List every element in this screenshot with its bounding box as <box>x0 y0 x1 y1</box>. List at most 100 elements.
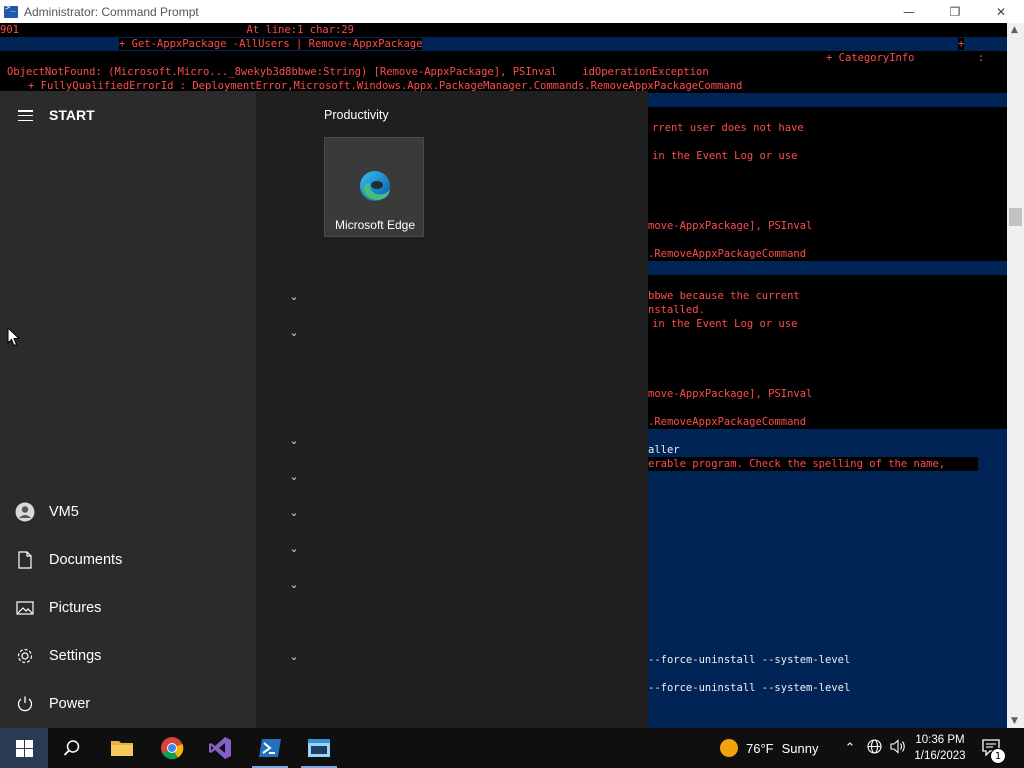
power-icon <box>15 694 35 714</box>
sidebar-item-power[interactable]: Power <box>0 680 256 728</box>
console-line: + CategoryInfo : <box>826 51 985 65</box>
search-icon <box>63 740 80 756</box>
taskbar-clock[interactable]: 10:36 PM 1/16/2023 <box>908 732 972 764</box>
sidebar-item-pictures[interactable]: Pictures <box>0 584 256 632</box>
document-icon <box>15 550 35 570</box>
console-line-text: rrent user does not have <box>652 122 804 134</box>
taskbar-chrome[interactable] <box>148 728 196 768</box>
console-line-text: --force-uninstall --system-level <box>648 682 851 694</box>
console-line-text: .RemoveAppxPackageCommand <box>648 416 807 428</box>
console-line: move-AppxPackage], PSInval <box>648 387 813 401</box>
gear-icon <box>15 646 35 666</box>
window-title: Administrator: Command Prompt <box>24 4 199 19</box>
chrome-icon <box>161 737 184 760</box>
console-line: --force-uninstall --system-level <box>648 681 850 695</box>
weather-condition: Sunny <box>781 740 819 756</box>
console-line: aller <box>648 443 680 457</box>
console-line: erable program. Check the spelling of th… <box>648 457 946 471</box>
console-line-text: + Get-AppxPackage -AllUsers | Remove-App… <box>119 38 423 50</box>
taskbar-visual-studio[interactable] <box>196 728 244 768</box>
start-menu-tiles: Productivity Microsoft Edge ⌄ ⌄ ⌄ ⌄ ⌄ ⌄ … <box>256 91 648 728</box>
console-line: + <box>958 37 965 51</box>
console-line: in the Event Log or use <box>652 149 798 163</box>
close-button[interactable]: ✕ <box>978 0 1024 23</box>
console-scrollbar[interactable]: ▲ ▼ <box>1007 23 1024 728</box>
console-line-text: ObjectNotFound: (Microsoft.Micro..._8wek… <box>7 66 709 78</box>
console-line-text: + <box>958 38 965 50</box>
console-line: + Get-AppxPackage -AllUsers | Remove-App… <box>119 37 423 51</box>
hamburger-menu-icon[interactable] <box>18 110 33 122</box>
console-line-text: in the Event Log or use <box>652 150 798 162</box>
chevron-down-icon[interactable]: ⌄ <box>287 434 301 447</box>
console-line-text: + CategoryInfo : <box>826 52 985 64</box>
start-menu-sidebar: START VM5 Documents Pictures Settings Po… <box>0 91 256 728</box>
console-line: in the Event Log or use <box>652 317 798 331</box>
start-heading: START <box>49 107 95 123</box>
sidebar-item-label: Power <box>49 696 91 712</box>
chevron-down-icon[interactable]: ⌄ <box>287 506 301 519</box>
chevron-down-icon[interactable]: ⌄ <box>287 650 301 663</box>
sidebar-item-settings[interactable]: Settings <box>0 632 256 680</box>
chevron-down-icon[interactable]: ⌄ <box>287 542 301 555</box>
console-line: nstalled. <box>648 303 705 317</box>
chevron-down-icon[interactable]: ⌄ <box>287 326 301 339</box>
tile-label: Microsoft Edge <box>334 218 416 232</box>
start-button[interactable] <box>0 728 48 768</box>
title-bar[interactable]: Administrator: Command Prompt — ❐ ✕ <box>0 0 1024 23</box>
chevron-down-icon[interactable]: ⌄ <box>287 470 301 483</box>
clock-date: 1/16/2023 <box>914 750 966 762</box>
taskbar: 76°F Sunny ⌃ 10:36 PM 1/16/2023 1 <box>0 728 1024 768</box>
powershell-icon <box>259 739 281 757</box>
taskbar-command-prompt[interactable] <box>295 728 343 768</box>
search-button[interactable] <box>48 728 96 768</box>
tile-group-title: Productivity <box>324 108 389 122</box>
taskbar-file-explorer[interactable] <box>98 728 146 768</box>
console-line-text: move-AppxPackage], PSInval <box>648 388 813 400</box>
pictures-icon <box>15 598 35 618</box>
console-line: --force-uninstall --system-level <box>648 653 850 667</box>
minimize-button[interactable]: — <box>886 0 932 23</box>
tile-microsoft-edge[interactable]: Microsoft Edge <box>324 137 424 237</box>
chevron-down-icon[interactable]: ⌄ <box>287 290 301 303</box>
powershell-icon <box>4 3 18 18</box>
sidebar-item-label: Documents <box>49 552 123 568</box>
sidebar-item-label: VM5 <box>49 504 79 520</box>
console-line: .RemoveAppxPackageCommand <box>648 247 807 261</box>
console-line: ObjectNotFound: (Microsoft.Micro..._8wek… <box>7 65 709 79</box>
system-tray: ⌃ <box>838 728 910 768</box>
weather-temperature: 76°F <box>746 740 774 756</box>
scroll-thumb[interactable] <box>1009 208 1022 226</box>
console-line-text: --force-uninstall --system-level <box>648 654 851 666</box>
notification-count-badge: 1 <box>990 748 1006 764</box>
sidebar-item-documents[interactable]: Documents <box>0 536 256 584</box>
console-line: 901 At line:1 char:29 <box>0 23 355 37</box>
scroll-down-icon[interactable]: ▼ <box>1011 716 1018 726</box>
edge-icon <box>360 171 390 201</box>
sidebar-item-label: Pictures <box>49 600 102 616</box>
user-avatar-icon <box>15 502 35 522</box>
sidebar-item-user[interactable]: VM5 <box>0 488 256 536</box>
weather-widget[interactable]: 76°F Sunny <box>720 728 818 768</box>
console-line-text: bbwe because the current <box>648 290 800 302</box>
chevron-down-icon[interactable]: ⌄ <box>287 578 301 591</box>
scroll-up-icon[interactable]: ▲ <box>1011 25 1018 35</box>
console-line: bbwe because the current <box>648 289 800 303</box>
mouse-cursor-icon <box>7 327 21 347</box>
console-line: rrent user does not have <box>652 121 804 135</box>
windows-logo-icon <box>15 739 33 757</box>
console-line-text: aller <box>648 444 680 456</box>
console-line-text: .RemoveAppxPackageCommand <box>648 248 807 260</box>
folder-icon <box>111 741 133 756</box>
volume-icon[interactable] <box>886 738 910 758</box>
network-globe-icon[interactable] <box>862 738 886 758</box>
clock-time: 10:36 PM <box>915 734 965 746</box>
command-prompt-icon <box>308 739 330 757</box>
console-line-text: in the Event Log or use <box>652 318 798 330</box>
console-line-text: move-AppxPackage], PSInval <box>648 220 813 232</box>
visual-studio-icon <box>209 737 231 759</box>
console-line-text: nstalled. <box>648 304 705 316</box>
restore-button[interactable]: ❐ <box>932 0 978 23</box>
taskbar-powershell[interactable] <box>246 728 294 768</box>
sun-icon <box>720 739 738 757</box>
chevron-up-icon[interactable]: ⌃ <box>838 741 862 756</box>
